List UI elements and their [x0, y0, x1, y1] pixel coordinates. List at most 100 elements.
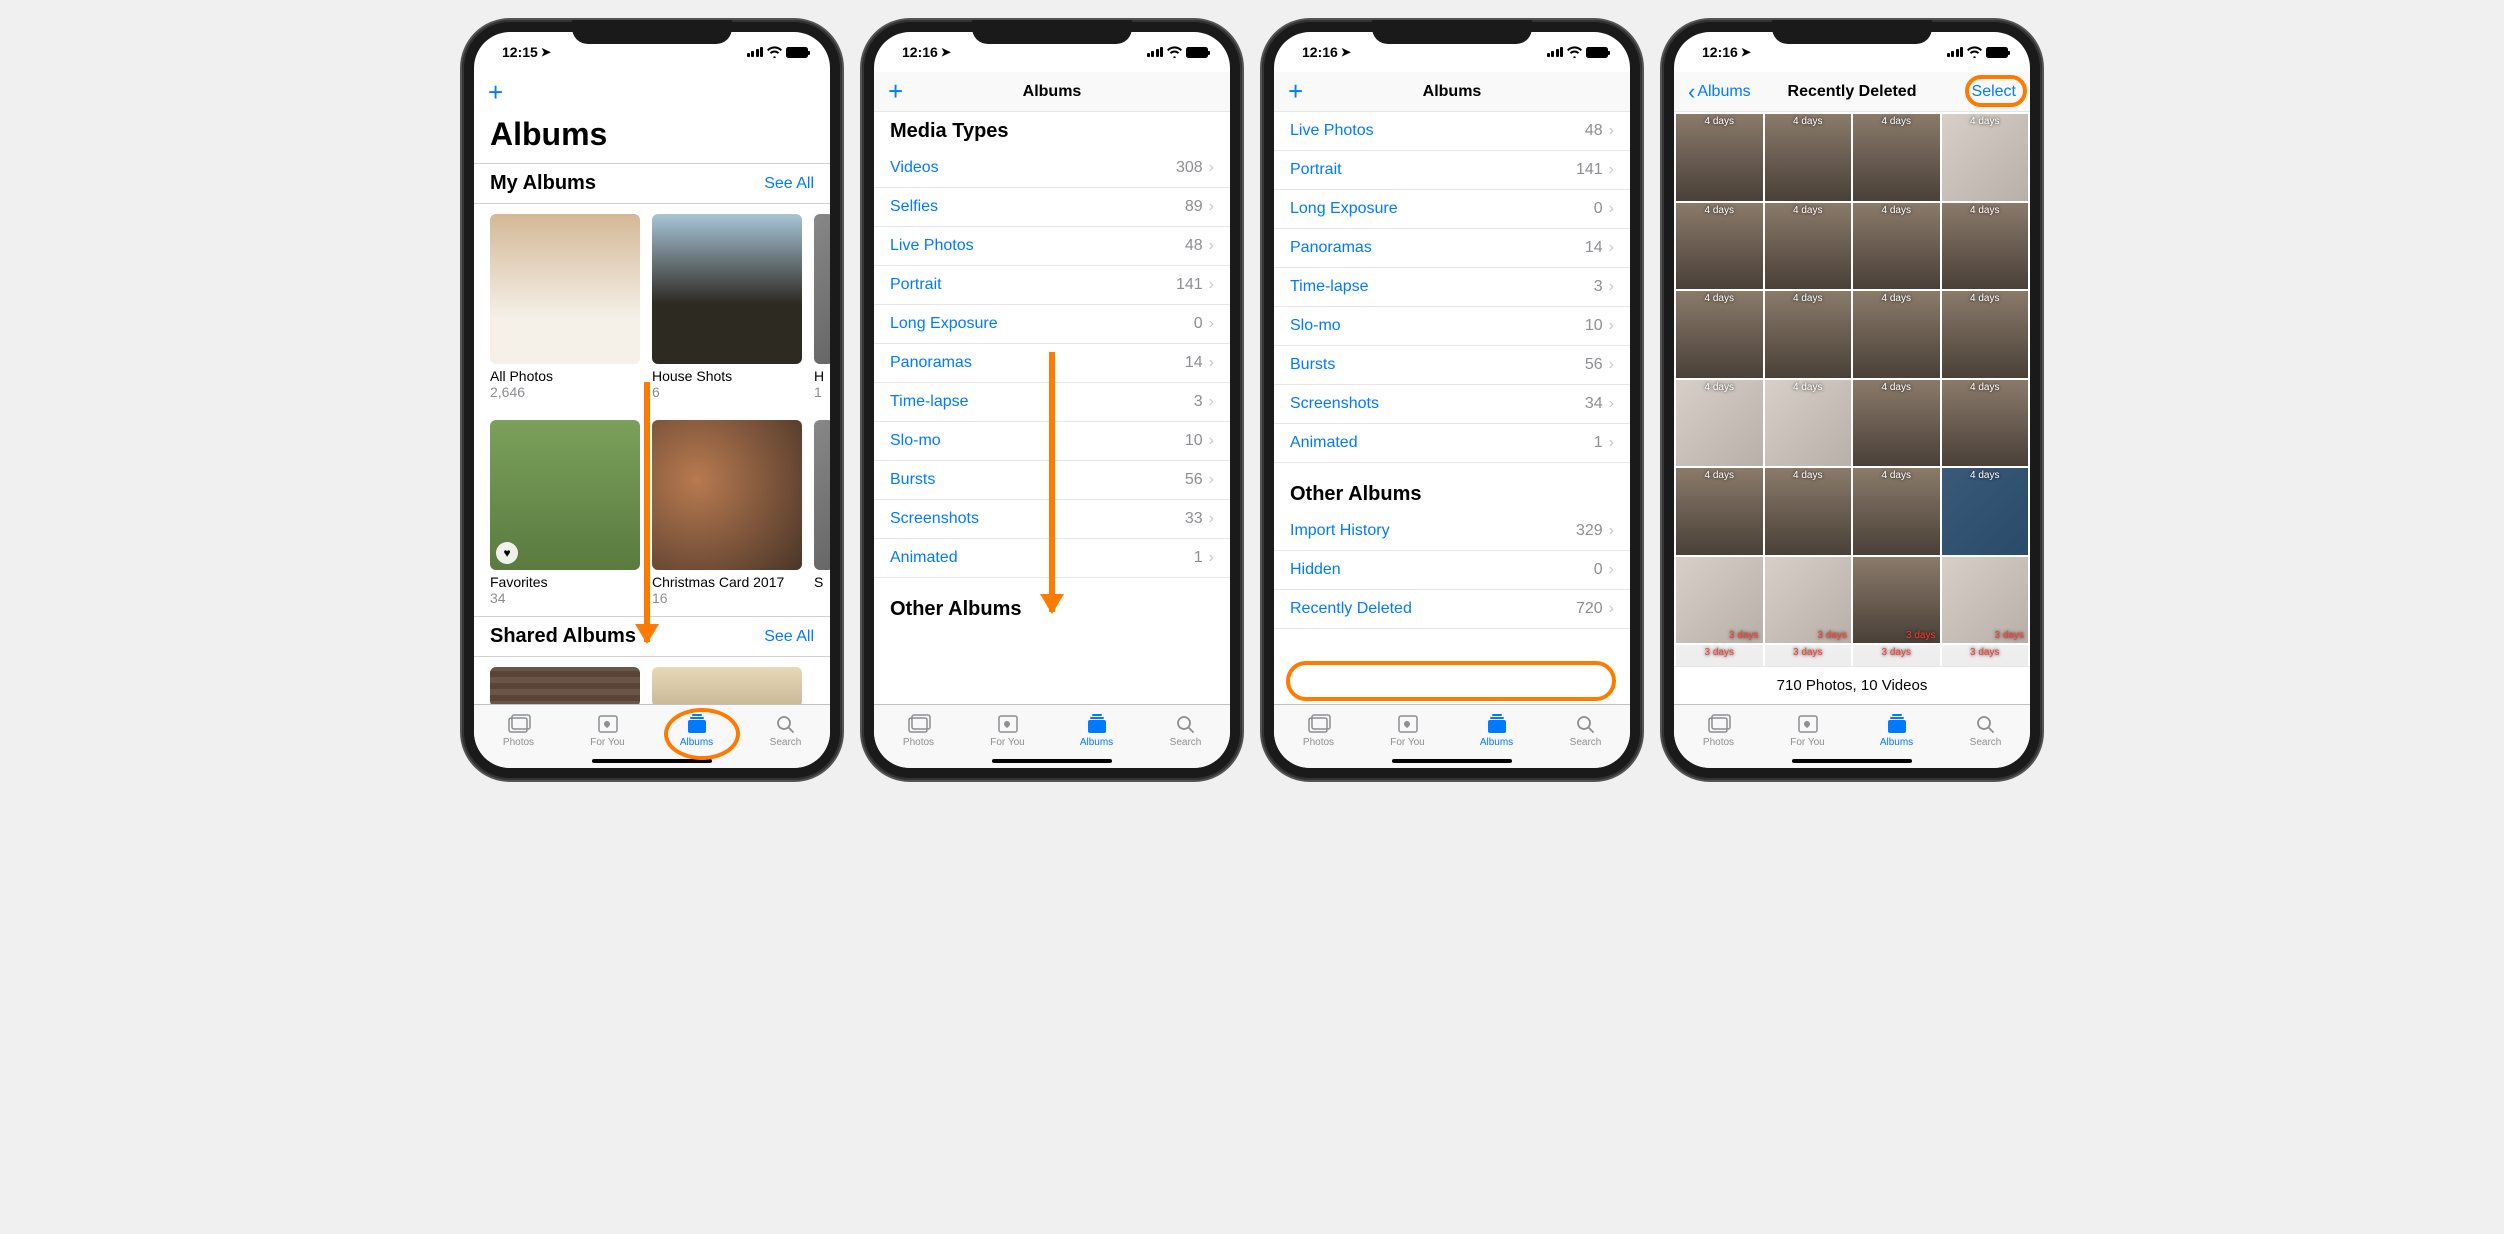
list-row[interactable]: Animated 1 ›	[1274, 424, 1630, 463]
photo-cell[interactable]: 4 days	[1676, 468, 1763, 555]
list-row-label: Animated	[890, 549, 958, 567]
tab-for-you[interactable]: For You	[1363, 705, 1452, 756]
search-icon	[773, 713, 799, 735]
photo-cell[interactable]: 4 days	[1942, 291, 2029, 378]
see-all-link[interactable]: See All	[764, 628, 814, 646]
photo-cell[interactable]: 4 days	[1942, 114, 2029, 201]
list-row[interactable]: Panoramas 14 ›	[1274, 229, 1630, 268]
list-row[interactable]: Live Photos 48 ›	[1274, 112, 1630, 151]
list-row-label: Long Exposure	[1290, 200, 1398, 218]
tab-search[interactable]: Search	[1541, 705, 1630, 756]
photo-cell[interactable]: 4 days	[1853, 380, 1940, 467]
days-remaining-label: 4 days	[1942, 116, 2029, 127]
home-indicator[interactable]	[592, 759, 712, 763]
list-row[interactable]: Live Photos 48 ›	[874, 227, 1230, 266]
photo-cell[interactable]: 4 days	[1853, 291, 1940, 378]
home-indicator[interactable]	[992, 759, 1112, 763]
list-row[interactable]: Selfies 89 ›	[874, 188, 1230, 227]
photo-cell[interactable]: 4 days	[1942, 203, 2029, 290]
album-item[interactable]: All Photos 2,646	[490, 214, 640, 400]
photo-cell[interactable]: 4 days	[1853, 114, 1940, 201]
tab-for-you[interactable]: For You	[1763, 705, 1852, 756]
photo-cell[interactable]: 4 days	[1765, 468, 1852, 555]
photo-cell[interactable]: 4 days	[1853, 468, 1940, 555]
photo-cell[interactable]: 4 days	[1676, 203, 1763, 290]
tab-for-you[interactable]: For You	[563, 705, 652, 756]
list-row[interactable]: Slo-mo 10 ›	[874, 422, 1230, 461]
photo-cell[interactable]: 4 days	[1853, 203, 1940, 290]
tab-albums[interactable]: Albums	[1052, 705, 1141, 756]
list-row[interactable]: Bursts 56 ›	[874, 461, 1230, 500]
list-row-count: 89	[1185, 198, 1203, 216]
list-row[interactable]: Screenshots 34 ›	[1274, 385, 1630, 424]
add-button[interactable]: +	[1288, 76, 1348, 107]
photo-cell[interactable]: 3 days	[1765, 557, 1852, 644]
tab-photos[interactable]: Photos	[874, 705, 963, 756]
tab-search[interactable]: Search	[1141, 705, 1230, 756]
tab-photos[interactable]: Photos	[1674, 705, 1763, 756]
add-button[interactable]: +	[488, 77, 548, 108]
list-row[interactable]: Bursts 56 ›	[1274, 346, 1630, 385]
photo-cell[interactable]: 4 days	[1765, 203, 1852, 290]
photo-cell[interactable]: 4 days	[1676, 114, 1763, 201]
list-row[interactable]: Portrait 141 ›	[874, 266, 1230, 305]
list-row[interactable]: Time-lapse 3 ›	[1274, 268, 1630, 307]
photo-cell[interactable]: 3 days	[1676, 645, 1763, 666]
tab-search[interactable]: Search	[741, 705, 830, 756]
home-indicator[interactable]	[1792, 759, 1912, 763]
album-item[interactable]	[652, 667, 802, 704]
content[interactable]: Albums My Albums See All All Photos 2,64…	[474, 112, 830, 704]
tab-albums[interactable]: Albums	[1452, 705, 1541, 756]
list-row[interactable]: Long Exposure 0 ›	[1274, 190, 1630, 229]
tab-photos[interactable]: Photos	[474, 705, 563, 756]
album-item[interactable]	[490, 667, 640, 704]
photo-cell[interactable]: 4 days	[1765, 291, 1852, 378]
list-row[interactable]: Hidden 0 ›	[1274, 551, 1630, 590]
list-row[interactable]: Screenshots 33 ›	[874, 500, 1230, 539]
add-button[interactable]: +	[888, 76, 948, 107]
home-indicator[interactable]	[1392, 759, 1512, 763]
content[interactable]: Live Photos 48 › Portrait 141 › Long Exp…	[1274, 112, 1630, 704]
album-item[interactable]: Christmas Card 2017 16	[652, 420, 802, 606]
list-row[interactable]: Long Exposure 0 ›	[874, 305, 1230, 344]
tab-albums[interactable]: Albums	[652, 705, 741, 756]
list-row-count: 1	[1194, 549, 1203, 567]
chevron-right-icon: ›	[1209, 549, 1214, 567]
album-thumb	[652, 420, 802, 570]
tab-for-you[interactable]: For You	[963, 705, 1052, 756]
album-item[interactable]: H 1	[814, 214, 830, 400]
photo-cell[interactable]: 4 days	[1765, 380, 1852, 467]
list-row[interactable]: Videos 308 ›	[874, 149, 1230, 188]
content[interactable]: Media Types Videos 308 › Selfies 89 › Li…	[874, 112, 1230, 704]
photo-cell[interactable]: 3 days	[1942, 645, 2029, 666]
photo-cell[interactable]: 4 days	[1942, 468, 2029, 555]
photo-cell[interactable]: 3 days	[1853, 557, 1940, 644]
tab-albums[interactable]: Albums	[1852, 705, 1941, 756]
photo-cell[interactable]: 3 days	[1942, 557, 2029, 644]
see-all-link[interactable]: See All	[764, 175, 814, 193]
photo-cell[interactable]: 3 days	[1676, 557, 1763, 644]
photo-cell[interactable]: 3 days	[1765, 645, 1852, 666]
list-row[interactable]: Slo-mo 10 ›	[1274, 307, 1630, 346]
list-row[interactable]: Time-lapse 3 ›	[874, 383, 1230, 422]
album-item[interactable]: ♥ Favorites 34	[490, 420, 640, 606]
photo-cell[interactable]: 4 days	[1942, 380, 2029, 467]
list-row[interactable]: Import History 329 ›	[1274, 512, 1630, 551]
list-row[interactable]: Portrait 141 ›	[1274, 151, 1630, 190]
photo-cell[interactable]: 4 days	[1676, 380, 1763, 467]
select-button[interactable]: Select	[1972, 83, 2016, 100]
content[interactable]: 4 days 4 days 4 days 4 days 4 days 4 day…	[1674, 112, 2030, 704]
album-item[interactable]: House Shots 6	[652, 214, 802, 400]
list-row[interactable]: Recently Deleted 720 ›	[1274, 590, 1630, 629]
tab-search[interactable]: Search	[1941, 705, 2030, 756]
photo-cell[interactable]: 3 days	[1853, 645, 1940, 666]
album-item[interactable]: S	[814, 420, 830, 606]
wifi-icon	[1567, 46, 1582, 58]
back-button[interactable]: ‹ Albums	[1688, 79, 1768, 105]
list-row[interactable]: Animated 1 ›	[874, 539, 1230, 578]
days-remaining-label: 4 days	[1676, 293, 1763, 304]
photo-cell[interactable]: 4 days	[1676, 291, 1763, 378]
list-row[interactable]: Panoramas 14 ›	[874, 344, 1230, 383]
tab-photos[interactable]: Photos	[1274, 705, 1363, 756]
photo-cell[interactable]: 4 days	[1765, 114, 1852, 201]
